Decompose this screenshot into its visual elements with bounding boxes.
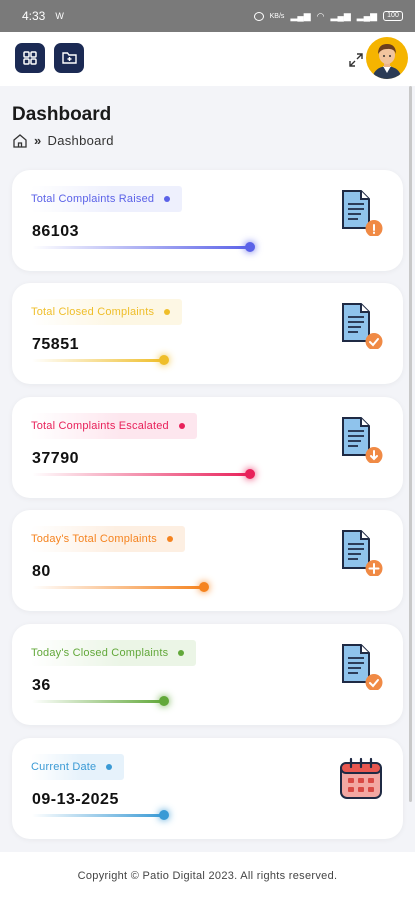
breadcrumb-current: Dashboard <box>47 133 114 148</box>
card-status-dot <box>166 536 173 542</box>
card-label-badge: Today's Total Complaints <box>31 526 185 552</box>
card-label: Today's Total Complaints <box>31 533 157 545</box>
card-status-dot <box>178 423 185 429</box>
card-value: 36 <box>32 677 51 694</box>
wifi-calling-icon: W <box>55 11 64 21</box>
card-status-dot <box>106 764 113 770</box>
card-label-badge: Today's Closed Complaints <box>31 640 197 666</box>
card-value: 86103 <box>32 223 79 240</box>
card-value: 80 <box>32 563 51 580</box>
card-current-date[interactable]: Current Date 09-13-2025 <box>12 738 403 839</box>
user-avatar[interactable] <box>366 37 408 79</box>
calendar-icon <box>340 757 382 799</box>
avatar-icon <box>372 44 402 79</box>
card-total-closed-complaints[interactable]: Total Closed Complaints 75851 <box>12 283 403 384</box>
document-add-icon <box>342 530 383 576</box>
status-bar: 4:33 W KB/s ▂▄▆ ◠ ▂▄▆ ▂▄▆ 100 <box>0 0 415 32</box>
card-status-dot <box>178 650 185 656</box>
card-status-dot <box>164 309 171 315</box>
card-label-badge: Total Complaints Raised <box>31 186 183 212</box>
document-alert-icon <box>342 190 383 236</box>
card-value: 37790 <box>32 450 79 467</box>
signal-icon: ▂▄▆ <box>356 10 377 21</box>
card-progress-bar <box>32 586 204 589</box>
card-status-dot <box>164 196 171 202</box>
card-label-badge: Current Date <box>31 754 125 780</box>
document-check-icon <box>342 644 383 690</box>
card-label: Today's Closed Complaints <box>31 647 169 659</box>
scrollbar[interactable] <box>409 86 412 802</box>
breadcrumb: » Dashboard <box>12 133 114 148</box>
card-progress-knob <box>245 469 255 479</box>
card-progress-knob <box>159 355 169 365</box>
alarm-icon <box>253 11 264 21</box>
footer: Copyright © Patio Digital 2023. All righ… <box>0 852 415 900</box>
card-todays-closed-complaints[interactable]: Today's Closed Complaints 36 <box>12 624 403 725</box>
card-label: Current Date <box>31 761 97 773</box>
grid-menu-button[interactable] <box>15 43 45 73</box>
status-time: 4:33 <box>22 9 46 23</box>
battery-icon: 100 <box>383 11 403 21</box>
document-check-icon <box>342 303 383 349</box>
wifi-icon: ◠ <box>316 10 325 21</box>
card-total-complaints-escalated[interactable]: Total Complaints Escalated 37790 <box>12 397 403 498</box>
card-label: Total Complaints Raised <box>31 193 155 205</box>
signal-icon: ▂▄▆ <box>330 10 351 21</box>
card-progress-knob <box>199 582 209 592</box>
card-value: 09-13-2025 <box>32 791 119 808</box>
signal-icon: ▂▄▆ <box>290 10 311 21</box>
copyright-text: Copyright © Patio Digital 2023. All righ… <box>77 870 338 882</box>
data-speed-icon: KB/s <box>269 12 285 20</box>
card-label: Total Closed Complaints <box>31 306 155 318</box>
card-label-badge: Total Complaints Escalated <box>31 413 197 439</box>
card-progress-knob <box>245 242 255 252</box>
card-todays-total-complaints[interactable]: Today's Total Complaints 80 <box>12 510 403 611</box>
card-progress-bar <box>32 700 164 703</box>
top-bar <box>0 32 415 86</box>
card-progress-bar <box>32 814 164 817</box>
card-progress-bar <box>32 246 250 249</box>
card-progress-bar <box>32 473 250 476</box>
card-label: Total Complaints Escalated <box>31 420 169 432</box>
grid-icon <box>23 51 37 65</box>
page-title: Dashboard <box>12 104 112 125</box>
add-folder-button[interactable] <box>54 43 84 73</box>
add-folder-icon <box>61 52 77 64</box>
breadcrumb-separator: » <box>34 133 42 148</box>
card-progress-bar <box>32 359 164 362</box>
card-value: 75851 <box>32 336 79 353</box>
card-total-complaints-raised[interactable]: Total Complaints Raised 86103 <box>12 170 403 271</box>
document-download-icon <box>342 417 383 463</box>
expand-icon[interactable] <box>346 50 366 70</box>
card-progress-knob <box>159 696 169 706</box>
card-progress-knob <box>159 810 169 820</box>
home-icon[interactable] <box>12 133 28 148</box>
card-label-badge: Total Closed Complaints <box>31 299 183 325</box>
